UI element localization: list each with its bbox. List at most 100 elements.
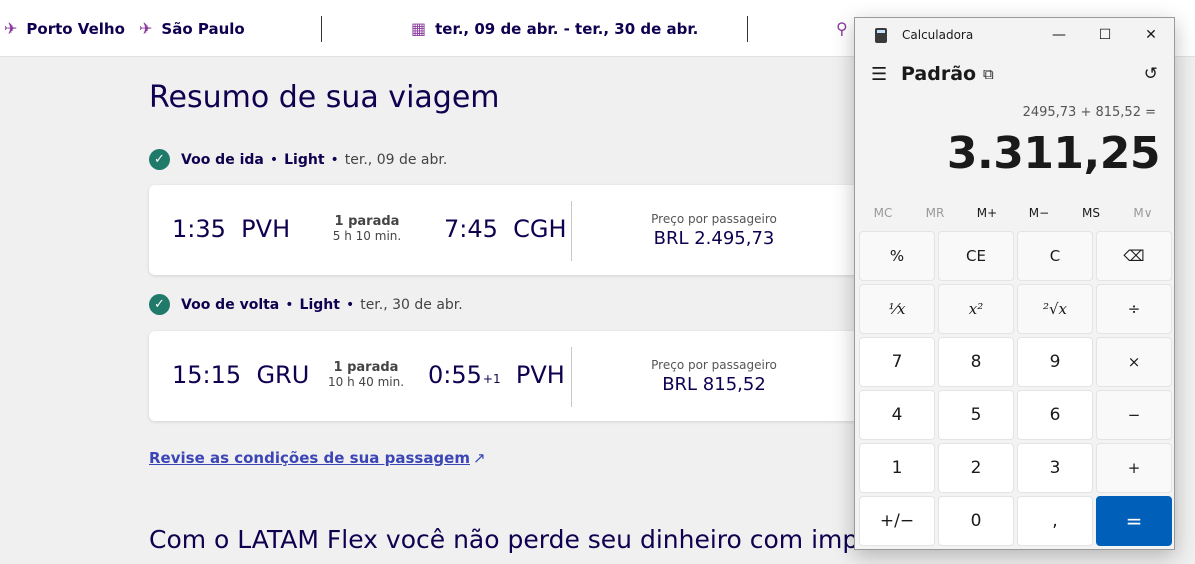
memory-recall-button[interactable]: MR	[909, 206, 961, 220]
origin-label: Porto Velho	[26, 19, 125, 38]
memory-clear-button[interactable]: MC	[857, 206, 909, 220]
flight-duration: 5 h 10 min.	[332, 229, 402, 243]
square-button[interactable]: x²	[938, 284, 1014, 334]
calculator-window: Calculadora — ☐ ✕ ☰ Padrão ⧉ ↺ 2495,73 +…	[854, 17, 1175, 550]
price-label: Preço por passageiro	[651, 212, 777, 226]
calculator-titlebar[interactable]: Calculadora — ☐ ✕	[855, 18, 1174, 52]
price-value: BRL 815,52	[662, 374, 766, 395]
conditions-link[interactable]: Revise as condições de sua passagem ↗	[149, 449, 486, 467]
origin-segment[interactable]: ✈ Porto Velho	[4, 19, 125, 38]
digit-5-button[interactable]: 5	[938, 390, 1014, 440]
return-fare: Light	[299, 296, 340, 313]
person-icon: ⚲	[836, 19, 848, 38]
return-arrival: 0:55+1 PVH	[428, 361, 565, 389]
outbound-header: ✓ Voo de ida • Light • ter., 09 de abr.	[149, 149, 447, 170]
airplane-takeoff-icon: ✈	[4, 19, 18, 38]
conditions-link-label: Revise as condições de sua passagem	[149, 449, 470, 467]
mode-title: Padrão	[901, 63, 977, 85]
maximize-button[interactable]: ☐	[1082, 18, 1128, 52]
dates-label: ter., 09 de abr. - ter., 30 de abr.	[435, 19, 699, 38]
digit-4-button[interactable]: 4	[859, 390, 935, 440]
dates-segment[interactable]: ▦ ter., 09 de abr. - ter., 30 de abr.	[411, 19, 698, 38]
destination-segment[interactable]: ✈ São Paulo	[139, 19, 245, 38]
memory-list-button[interactable]: M∨	[1117, 206, 1169, 220]
calculator-app-icon	[875, 28, 887, 43]
minimize-button[interactable]: —	[1036, 18, 1082, 52]
external-link-icon: ↗	[472, 449, 486, 467]
close-button[interactable]: ✕	[1128, 18, 1174, 52]
stops-count: 1 parada	[333, 360, 399, 375]
outbound-departure: 1:35 PVH	[172, 215, 290, 243]
history-icon[interactable]: ↺	[1144, 64, 1158, 84]
equals-button[interactable]: =	[1096, 496, 1172, 546]
departure-time: 15:15	[172, 361, 242, 389]
digit-6-button[interactable]: 6	[1017, 390, 1093, 440]
outbound-date: ter., 09 de abr.	[344, 151, 448, 168]
digit-3-button[interactable]: 3	[1017, 443, 1093, 493]
digit-9-button[interactable]: 9	[1017, 337, 1093, 387]
departure-time: 1:35	[172, 215, 226, 243]
stops-count: 1 parada	[334, 214, 400, 229]
return-price: Preço por passageiro BRL 815,52	[619, 358, 809, 395]
check-circle-icon: ✓	[149, 294, 170, 315]
outbound-fare: Light	[284, 151, 325, 168]
multiply-button[interactable]: ×	[1096, 337, 1172, 387]
memory-add-button[interactable]: M+	[961, 206, 1013, 220]
separator-dot: •	[269, 151, 279, 168]
memory-row: MC MR M+ M− MS M∨	[855, 204, 1174, 226]
add-button[interactable]: +	[1096, 443, 1172, 493]
hamburger-menu-icon[interactable]: ☰	[871, 64, 887, 85]
divider	[571, 347, 572, 407]
decimal-button[interactable]: ,	[1017, 496, 1093, 546]
arrival-airport: PVH	[515, 361, 565, 389]
divider	[747, 16, 748, 42]
outbound-arrival: 7:45 CGH	[444, 215, 567, 243]
keep-on-top-icon[interactable]: ⧉	[983, 65, 994, 83]
arrival-airport: CGH	[513, 215, 567, 243]
square-root-label: ²√x	[1042, 300, 1068, 318]
reciprocal-label: ⅟x	[888, 300, 906, 318]
arrival-time: 7:45	[444, 215, 498, 243]
return-flight-card[interactable]: 15:15 GRU 1 parada 10 h 40 min. 0:55+1 P…	[149, 331, 869, 421]
subtract-button[interactable]: −	[1096, 390, 1172, 440]
backspace-button[interactable]: ⌫	[1096, 231, 1172, 281]
return-departure: 15:15 GRU	[172, 361, 309, 389]
result-display: 3.311,25	[946, 128, 1161, 179]
clear-entry-button[interactable]: CE	[938, 231, 1014, 281]
arrival-time: 0:55	[428, 361, 482, 389]
outbound-stops: 1 parada 5 h 10 min.	[312, 214, 422, 243]
expression-display: 2495,73 + 815,52 =	[1022, 105, 1156, 120]
digit-1-button[interactable]: 1	[859, 443, 935, 493]
square-root-button[interactable]: ²√x	[1017, 284, 1093, 334]
digit-7-button[interactable]: 7	[859, 337, 935, 387]
digit-0-button[interactable]: 0	[938, 496, 1014, 546]
separator-dot: •	[345, 296, 355, 313]
outbound-price: Preço por passageiro BRL 2.495,73	[619, 212, 809, 249]
memory-subtract-button[interactable]: M−	[1013, 206, 1065, 220]
digit-2-button[interactable]: 2	[938, 443, 1014, 493]
outbound-flight-card[interactable]: 1:35 PVH 1 parada 5 h 10 min. 7:45 CGH P…	[149, 185, 869, 275]
percent-button[interactable]: %	[859, 231, 935, 281]
negate-button[interactable]: +/−	[859, 496, 935, 546]
return-stops: 1 parada 10 h 40 min.	[311, 360, 421, 389]
return-label: Voo de volta	[181, 296, 280, 313]
check-circle-icon: ✓	[149, 149, 170, 170]
digit-8-button[interactable]: 8	[938, 337, 1014, 387]
return-date: ter., 30 de abr.	[360, 296, 463, 313]
reciprocal-button[interactable]: ⅟x	[859, 284, 935, 334]
page-title: Resumo de sua viagem	[149, 80, 500, 115]
divide-button[interactable]: ÷	[1096, 284, 1172, 334]
price-value: BRL 2.495,73	[653, 228, 775, 249]
price-label: Preço por passageiro	[651, 358, 777, 372]
calculator-header: ☰ Padrão ⧉ ↺	[855, 58, 1174, 94]
separator-dot: •	[285, 296, 294, 313]
clear-button[interactable]: C	[1017, 231, 1093, 281]
latam-flex-heading: Com o LATAM Flex você não perde seu dinh…	[149, 525, 919, 554]
destination-label: São Paulo	[161, 19, 245, 38]
airplane-landing-icon: ✈	[139, 19, 153, 38]
keypad: % CE C ⌫ ⅟x x² ²√x ÷ 7 8 9 × 4 5 6 − 1 2…	[859, 231, 1172, 547]
memory-store-button[interactable]: MS	[1065, 206, 1117, 220]
divider	[571, 201, 572, 261]
day-offset-badge: +1	[482, 372, 501, 386]
departure-airport: GRU	[256, 361, 310, 389]
